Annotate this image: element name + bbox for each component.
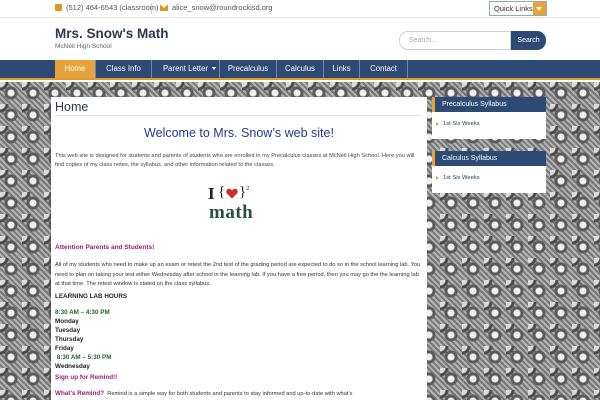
nav-label: Home <box>64 64 86 73</box>
nav-item-calculus[interactable]: Calculus <box>277 60 324 78</box>
main-content: Home Welcome to Mrs. Snow’s web site! Th… <box>51 97 427 400</box>
caret-right-icon <box>436 176 439 180</box>
remind-signup-link[interactable]: Sign up for Remind!! <box>55 374 117 381</box>
nav-item-links[interactable]: Links <box>324 60 360 78</box>
widget-link-label[interactable]: 1st Six Weeks <box>443 175 480 181</box>
email-text[interactable]: alice_snow@roundrockisd.org <box>172 3 273 12</box>
lab-hours-heading: LEARNING LAB HOURS <box>55 293 128 300</box>
nav-item-precalculus[interactable]: Precalculus <box>220 60 277 78</box>
quick-links-label: Quick Links <box>494 4 533 13</box>
widget-link-label[interactable]: 1st Six Weeks <box>443 121 480 127</box>
logo-brace-close: }2 <box>239 184 249 201</box>
schedule-day: Thursday <box>55 336 84 343</box>
nav-label: Precalculus <box>227 64 269 73</box>
schedule-day: Friday <box>55 345 74 352</box>
widget-link-1st-six-weeks[interactable]: 1st Six Weeks <box>436 175 480 181</box>
nav-item-parent-letter[interactable]: Parent Letter <box>152 60 220 78</box>
remind-paragraph: What’s Remind? Remind is a simple way fo… <box>55 390 421 397</box>
search-button[interactable]: Search <box>511 31 546 50</box>
nav-label: Parent Letter <box>162 64 209 73</box>
nav-label: Contact <box>370 64 397 73</box>
nav-label: Links <box>332 64 351 73</box>
schedule-day: Wednesday <box>55 363 90 370</box>
top-bar: (512) 464-6543 (classroom) alice_snow@ro… <box>0 0 600 18</box>
envelope-icon <box>160 4 168 11</box>
remind-text: Remind is a simple way for both students… <box>104 391 353 397</box>
widget-title: Calculus Syllabus <box>432 151 546 166</box>
attention-heading: Attention Parents and Students! <box>55 244 155 251</box>
nav-item-class-info[interactable]: Class Info <box>96 60 152 78</box>
schedule-day: Monday <box>55 318 79 325</box>
logo-i: I <box>208 184 215 203</box>
nav-label: Class Info <box>106 64 141 73</box>
nav-item-home[interactable]: Home <box>55 60 96 78</box>
divider <box>55 115 421 116</box>
site-subtitle: McNeil High School <box>55 43 112 50</box>
search-input[interactable] <box>399 31 511 50</box>
nav-label: Calculus <box>285 64 315 73</box>
widget-link-1st-six-weeks[interactable]: 1st Six Weeks <box>436 121 480 127</box>
logo-brace-open: { <box>218 184 226 200</box>
chevron-down-icon[interactable] <box>533 2 546 15</box>
heart-icon <box>226 188 238 199</box>
logo-word: math <box>209 202 254 223</box>
phone-contact: (512) 464-6543 (classroom) <box>55 3 159 12</box>
chevron-down-icon <box>212 67 216 70</box>
divider <box>151 3 152 14</box>
main-nav: Home Class Info Parent Letter Precalculu… <box>0 60 600 80</box>
caret-right-icon <box>436 122 439 126</box>
i-love-math-logo: I { }2 math <box>208 183 270 229</box>
site-title[interactable]: Mrs. Snow's Math <box>55 26 168 41</box>
phone-icon <box>55 4 62 11</box>
welcome-heading: Welcome to Mrs. Snow’s web site! <box>144 126 334 140</box>
widget-title: Precalculus Syllabus <box>432 97 546 112</box>
nav-item-contact[interactable]: Contact <box>360 60 408 78</box>
retest-paragraph: All of my students who need to make up a… <box>55 262 421 287</box>
calculus-syllabus-widget: Calculus Syllabus 1st Six Weeks <box>432 151 546 193</box>
precalculus-syllabus-widget: Precalculus Syllabus 1st Six Weeks <box>432 97 546 139</box>
email-contact[interactable]: alice_snow@roundrockisd.org <box>160 3 273 12</box>
site-header: Mrs. Snow's Math McNeil High School Sear… <box>0 18 600 60</box>
logo-exponent: 2 <box>246 186 250 192</box>
quick-links-dropdown[interactable]: Quick Links <box>489 1 547 16</box>
phone-text: (512) 464-6543 (classroom) <box>66 3 159 12</box>
schedule-day: Tuesday <box>55 327 81 334</box>
search-form: Search <box>399 31 546 50</box>
remind-label: What’s Remind? <box>55 390 105 397</box>
schedule-time: 8:30 AM – 4:30 PM <box>55 309 110 316</box>
schedule-time: 8:30 AM – 5:30 PM <box>55 354 112 361</box>
intro-paragraph: This web site is designed for students a… <box>55 153 415 168</box>
page-title: Home <box>55 100 89 114</box>
